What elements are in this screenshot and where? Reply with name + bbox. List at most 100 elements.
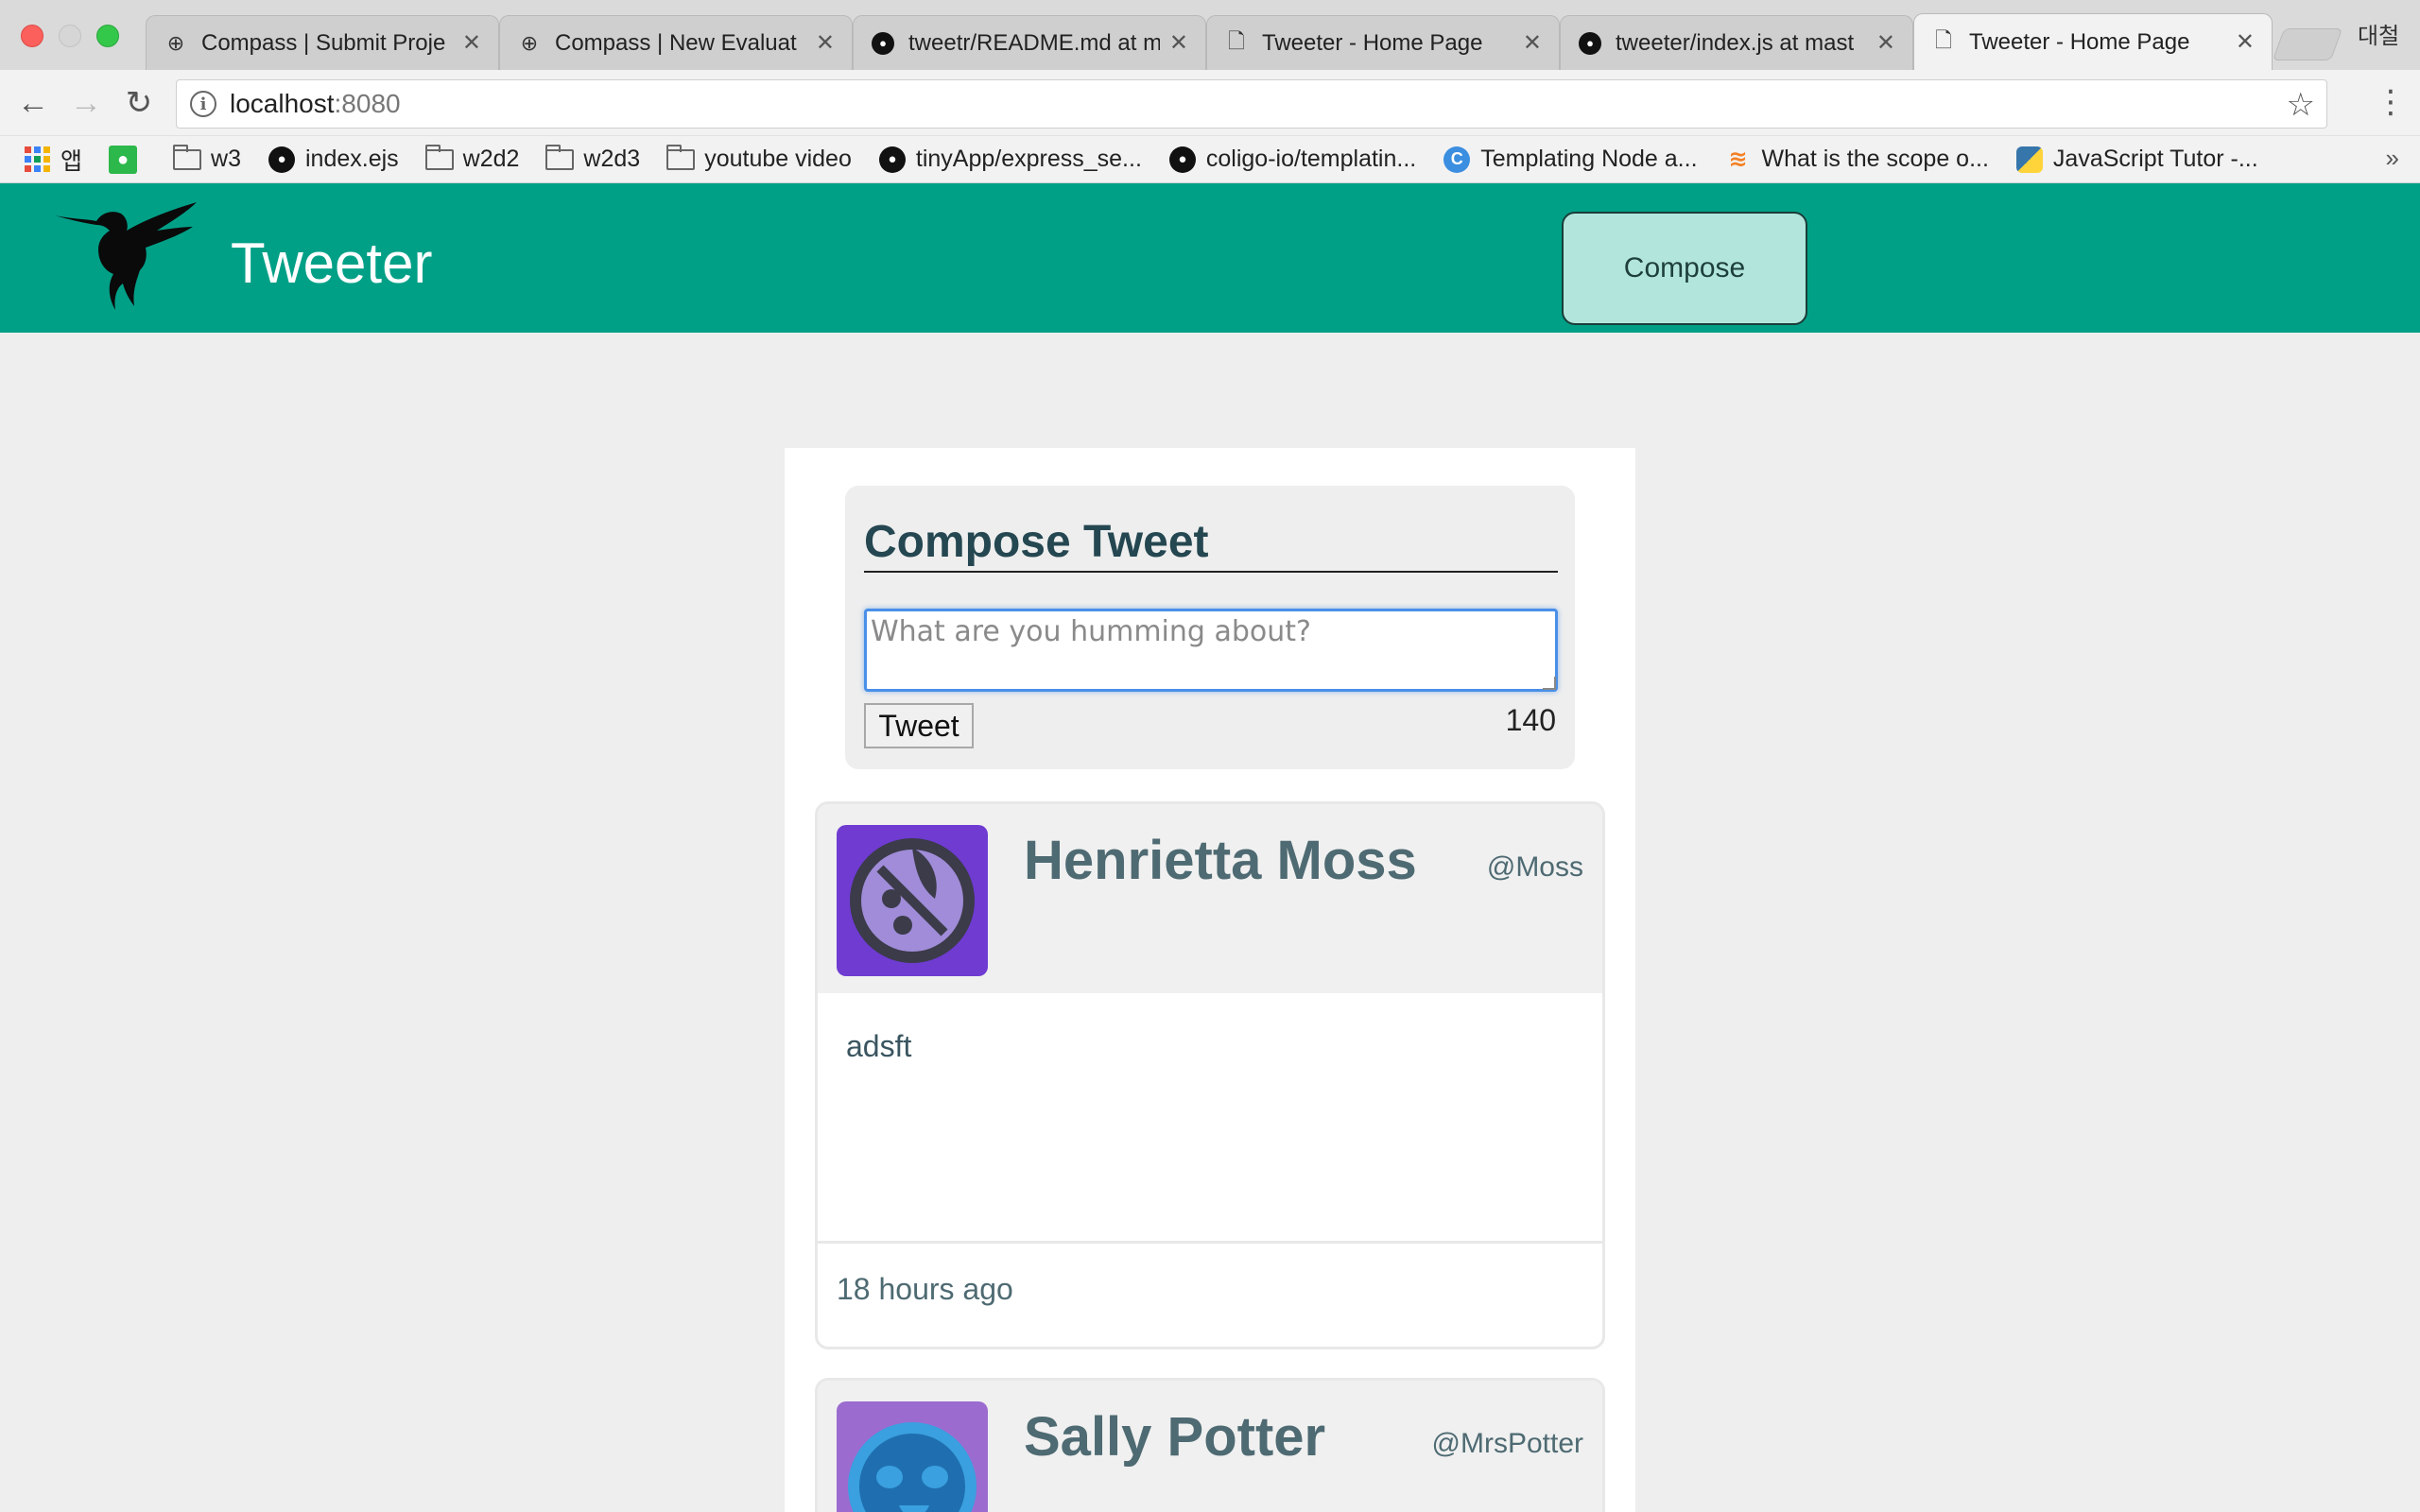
tweet-textarea[interactable] xyxy=(864,609,1558,692)
github-icon: ● xyxy=(1168,146,1197,174)
browser-menu-icon[interactable]: ⋮ xyxy=(2375,83,2407,121)
close-window-button[interactable] xyxy=(21,25,43,47)
tab-label: Compass | Submit Proje xyxy=(201,29,446,56)
close-tab-icon[interactable]: ✕ xyxy=(2236,28,2255,56)
bookmark-label: Templating Node a... xyxy=(1480,146,1698,172)
bookmark-label: 앱 xyxy=(60,147,83,175)
bookmark-star-icon[interactable]: ☆ xyxy=(2287,86,2315,124)
site-header: Tweeter Compose xyxy=(0,183,2420,333)
bookmark-label: w3 xyxy=(211,146,241,172)
compose-tweet-section: Compose Tweet Tweet 140 xyxy=(845,486,1575,769)
avatar xyxy=(837,825,988,976)
compose-tweet-title: Compose Tweet xyxy=(864,517,1209,567)
tab-label: tweeter/index.js at mast xyxy=(1616,29,1855,56)
tab-compass-evaluation[interactable]: ⊕ Compass | New Evaluat ✕ xyxy=(499,15,853,70)
maximize-window-button[interactable] xyxy=(96,25,119,47)
compose-button[interactable]: Compose xyxy=(1562,212,1807,325)
bookmark-label: index.ejs xyxy=(304,146,399,172)
tab-strip: ⊕ Compass | Submit Proje ✕ ⊕ Compass | N… xyxy=(0,0,2420,70)
tweet-author-handle: @MrsPotter xyxy=(1431,1428,1583,1459)
bookmark-label: coligo-io/templatin... xyxy=(1205,146,1417,172)
bookmark-tinyapp[interactable]: ● tinyApp/express_se... xyxy=(878,146,1142,174)
new-tab-button[interactable] xyxy=(2272,28,2343,60)
bookmark-apps[interactable]: 앱 xyxy=(23,143,82,177)
bookmark-label: JavaScript Tutor -... xyxy=(2052,146,2258,172)
document-icon: 🗋 xyxy=(1935,27,1952,52)
github-icon: ● xyxy=(268,146,296,174)
avatar-face-icon xyxy=(848,1422,977,1512)
bookmark-label: youtube video xyxy=(704,146,852,172)
tweet-card: Sally Potter @MrsPotter xyxy=(815,1378,1605,1512)
profile-name[interactable]: 대철 xyxy=(2358,17,2399,50)
minimize-window-button[interactable] xyxy=(59,25,81,47)
tab-label: Tweeter - Home Page xyxy=(1262,29,1483,56)
url-port: :8080 xyxy=(334,89,401,118)
close-tab-icon[interactable]: ✕ xyxy=(1169,29,1188,57)
avatar-face-icon xyxy=(850,838,975,963)
bookmark-w2d3[interactable]: w2d3 xyxy=(545,144,641,174)
character-counter: 140 xyxy=(1505,703,1556,737)
bookmark-youtube-video[interactable]: youtube video xyxy=(666,144,852,174)
more-bookmarks-icon[interactable]: » xyxy=(2386,144,2399,173)
tab-tweeter-index[interactable]: ● tweeter/index.js at mast ✕ xyxy=(1560,15,1913,70)
bookmark-label: What is the scope o... xyxy=(1761,146,1989,172)
stackoverflow-icon: ≋ xyxy=(1728,146,1748,172)
bookmark-label: tinyApp/express_se... xyxy=(915,146,1142,172)
tab-tweeter-home[interactable]: 🗋 Tweeter - Home Page ✕ xyxy=(1206,15,1560,70)
info-icon[interactable]: i xyxy=(190,91,216,117)
bookmark-scope[interactable]: ≋ What is the scope o... xyxy=(1724,146,1989,174)
bookmark-coligo[interactable]: ● coligo-io/templatin... xyxy=(1168,146,1416,174)
tweet-author-name: Henrietta Moss xyxy=(1024,830,1417,891)
github-icon: ● xyxy=(1578,31,1602,56)
bookmarks-bar: 앱 ● w3 ● index.ejs w2d2 w2d3 youtube vid… xyxy=(0,136,2420,183)
back-arrow-icon[interactable]: ← xyxy=(13,83,53,123)
browser-toolbar: ← → ↻ i localhost:8080 ☆ ⋮ xyxy=(0,70,2420,136)
bookmark-index-ejs[interactable]: ● index.ejs xyxy=(268,146,399,174)
divider xyxy=(864,571,1558,573)
close-tab-icon[interactable]: ✕ xyxy=(462,29,481,57)
c-icon: C xyxy=(1443,146,1471,174)
bookmark-label: w2d2 xyxy=(462,146,520,172)
tweet-header: Sally Potter @MrsPotter xyxy=(818,1381,1602,1512)
apps-icon xyxy=(23,146,51,174)
hummingbird-logo-icon xyxy=(55,202,197,310)
browser-chrome: ⊕ Compass | Submit Proje ✕ ⊕ Compass | N… xyxy=(0,0,2420,183)
bookmark-javascript-tutor[interactable]: JavaScript Tutor -... xyxy=(2015,146,2258,174)
close-tab-icon[interactable]: ✕ xyxy=(1523,29,1542,57)
github-icon: ● xyxy=(871,31,895,56)
tab-compass-submit[interactable]: ⊕ Compass | Submit Proje ✕ xyxy=(146,15,499,70)
tab-tweetr-readme[interactable]: ● tweetr/README.md at m ✕ xyxy=(853,15,1206,70)
bookmark-w2d2[interactable]: w2d2 xyxy=(424,144,520,174)
document-icon: 🗋 xyxy=(1228,28,1245,53)
apple-icon: ● xyxy=(109,145,138,174)
tab-label: tweetr/README.md at m xyxy=(908,29,1160,56)
reload-icon[interactable]: ↻ xyxy=(119,83,159,123)
compass-icon: ⊕ xyxy=(520,30,539,55)
forward-arrow-icon[interactable]: → xyxy=(66,83,106,123)
brand-title[interactable]: Tweeter xyxy=(231,231,432,296)
avatar xyxy=(837,1401,988,1512)
folder-icon xyxy=(545,144,575,174)
folder-icon xyxy=(424,144,454,174)
close-tab-icon[interactable]: ✕ xyxy=(1876,29,1895,57)
bookmark-label: w2d3 xyxy=(583,146,641,172)
tab-tweeter-home-active[interactable]: 🗋 Tweeter - Home Page ✕ xyxy=(1913,13,2273,70)
bookmark-w3[interactable]: w3 xyxy=(173,144,241,174)
resize-handle-icon[interactable] xyxy=(1543,677,1556,690)
python-icon xyxy=(2015,146,2044,174)
tweet-content: adsft xyxy=(846,1029,912,1063)
url-host: localhost xyxy=(230,89,335,118)
tweet-footer: 18 hours ago xyxy=(818,1241,1602,1347)
close-tab-icon[interactable]: ✕ xyxy=(816,29,835,57)
folder-icon xyxy=(666,144,696,174)
bookmark-apple[interactable]: ● xyxy=(109,145,147,174)
tweet-submit-button[interactable]: Tweet xyxy=(864,703,974,748)
tweet-author-handle: @Moss xyxy=(1486,851,1583,883)
bookmark-templating-node[interactable]: C Templating Node a... xyxy=(1443,146,1698,174)
tweet-timestamp: 18 hours ago xyxy=(837,1272,1013,1306)
compass-icon: ⊕ xyxy=(166,30,185,55)
github-icon: ● xyxy=(878,146,907,174)
folder-icon xyxy=(173,144,202,174)
tab-label: Tweeter - Home Page xyxy=(1969,28,2190,55)
address-bar[interactable]: i localhost:8080 ☆ xyxy=(176,79,2327,129)
